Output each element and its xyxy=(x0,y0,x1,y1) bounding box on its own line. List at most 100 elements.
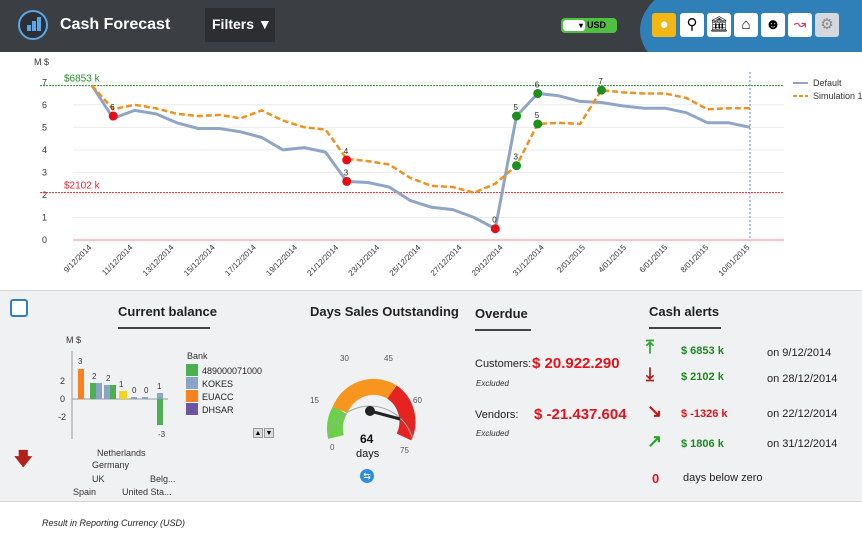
bar-label: 1 xyxy=(157,382,162,391)
y-tick-label: 6 xyxy=(42,100,47,110)
balance-bar xyxy=(157,399,163,425)
overdue-title: Overdue xyxy=(475,306,528,321)
x-tick-label: 13/12/2014 xyxy=(141,243,176,278)
shuffle-icon[interactable]: ⇆ xyxy=(360,469,374,483)
balance-bar xyxy=(104,385,110,399)
gauge-tick: 45 xyxy=(384,354,393,363)
balance-bar xyxy=(96,383,102,399)
balance-bar xyxy=(131,397,137,399)
marker-label: 0 xyxy=(492,216,497,225)
gauge-tick: 75 xyxy=(400,446,409,455)
marker-label: 5 xyxy=(535,111,540,120)
legend-swatch xyxy=(186,403,198,415)
legend-bank: 489000071000 xyxy=(202,366,263,376)
balance-bar xyxy=(78,369,84,399)
x-tick-label: 25/12/2014 xyxy=(388,243,423,278)
balance-ytick: 2 xyxy=(60,376,65,386)
balance-bar xyxy=(157,393,163,399)
country-label: Netherlands xyxy=(97,448,146,458)
y-tick-label: 4 xyxy=(42,145,47,155)
series-simulation-line xyxy=(91,84,750,194)
gauge-tick: 60 xyxy=(413,396,422,405)
calendar-icon[interactable] xyxy=(10,299,28,317)
x-tick-label: 19/12/2014 xyxy=(264,243,299,278)
marker-label: 7 xyxy=(598,77,603,86)
marker-label: 3 xyxy=(344,168,349,177)
max-up-icon: ⤒ xyxy=(646,337,654,357)
legend-swatch xyxy=(186,364,198,376)
reference-label: $6853 k xyxy=(64,74,101,85)
legend-simulation: Simulation 1 xyxy=(813,91,862,101)
chart-house-icon[interactable]: ⌂ xyxy=(734,13,758,37)
marker-label: 3 xyxy=(514,153,519,162)
marker-label: 6 xyxy=(535,81,540,90)
vendors-value: $ -21.437.604 xyxy=(534,406,627,423)
alert-date: on 9/12/2014 xyxy=(767,347,832,359)
x-tick-label: 17/12/2014 xyxy=(223,243,258,278)
x-tick-label: 21/12/2014 xyxy=(305,243,340,278)
balance-bar xyxy=(90,383,96,399)
filters-button[interactable]: Filters ▼ xyxy=(205,8,275,42)
app-title: Cash Forecast xyxy=(60,16,171,33)
x-tick-label: 31/12/2014 xyxy=(511,243,546,278)
alert-value: $ 2102 k xyxy=(681,371,724,383)
summary-panel: 🡇 Current balance M $ 2 0 -2 3 2 2 1 0 0… xyxy=(0,290,862,502)
x-tick-label: 29/12/2014 xyxy=(470,243,505,278)
country-label: Belg... xyxy=(150,474,176,484)
y-tick-label: 0 xyxy=(42,235,47,245)
alert-value: $ -1326 k xyxy=(681,408,728,420)
alert-date: on 31/12/2014 xyxy=(767,438,838,450)
zero-days-label: days below zero xyxy=(683,472,763,484)
current-balance-title: Current balance xyxy=(118,304,217,319)
legend-bank: KOKES xyxy=(202,379,234,389)
x-tick-label: 11/12/2014 xyxy=(100,243,135,278)
bar-label: 2 xyxy=(106,374,111,383)
shield-icon[interactable]: ● xyxy=(652,13,676,37)
gauge-red xyxy=(387,385,416,441)
scroll-up-icon[interactable]: ▲ xyxy=(253,428,263,438)
title-underline xyxy=(475,329,531,331)
marker-point xyxy=(512,161,522,171)
footer-note: Result in Reporting Currency (USD) xyxy=(42,518,186,528)
balance-ytick: -2 xyxy=(58,412,66,422)
gauge-tick: 30 xyxy=(340,354,349,363)
people-icon[interactable]: ☻ xyxy=(761,13,785,37)
marker-point xyxy=(108,111,118,121)
x-tick-label: 2/01/2015 xyxy=(555,243,587,275)
customers-excluded: Excluded xyxy=(476,379,509,388)
bar-label: 1 xyxy=(119,380,124,389)
scroll-down-icon[interactable]: ▼ xyxy=(264,428,274,438)
arrow-down-right-icon: ↘ xyxy=(647,401,663,421)
customers-value: $ 20.922.290 xyxy=(532,355,620,372)
currency-toggle[interactable]: ▾ USD xyxy=(561,18,617,33)
alert-date: on 22/12/2014 xyxy=(767,408,838,420)
x-tick-label: 4/01/2015 xyxy=(597,243,629,275)
gauge-hub xyxy=(365,406,375,416)
legend-swatch xyxy=(186,390,198,402)
country-label: Germany xyxy=(92,460,130,470)
trend-icon[interactable]: ↝ xyxy=(788,13,812,37)
marker-label: 5 xyxy=(514,103,519,112)
zero-days-count: 0 xyxy=(652,471,660,486)
marker-label: 6 xyxy=(110,103,115,112)
gear-icon[interactable]: ⚙ xyxy=(815,13,839,37)
country-label: United Sta... xyxy=(122,487,172,497)
dso-unit: days xyxy=(356,448,380,460)
bar-label: 0 xyxy=(144,386,149,395)
marker-point xyxy=(533,119,543,129)
legend-default: Default xyxy=(813,78,842,88)
marker-point xyxy=(596,85,606,95)
x-tick-label: 27/12/2014 xyxy=(429,243,464,278)
bar-label: 3 xyxy=(78,357,83,366)
marker-label: 4 xyxy=(344,147,349,156)
balance-bar xyxy=(110,385,116,399)
search-icon[interactable]: ⚲ xyxy=(680,13,704,37)
balance-bar xyxy=(142,397,148,399)
marker-point xyxy=(342,176,352,186)
bank-icon[interactable]: 🏛 xyxy=(707,13,731,37)
vendors-excluded: Excluded xyxy=(476,429,509,438)
country-label: Spain xyxy=(73,487,97,497)
alert-value: $ 6853 k xyxy=(681,345,724,357)
min-down-icon: ⤓ xyxy=(646,364,654,384)
x-tick-label: 23/12/2014 xyxy=(347,243,382,278)
